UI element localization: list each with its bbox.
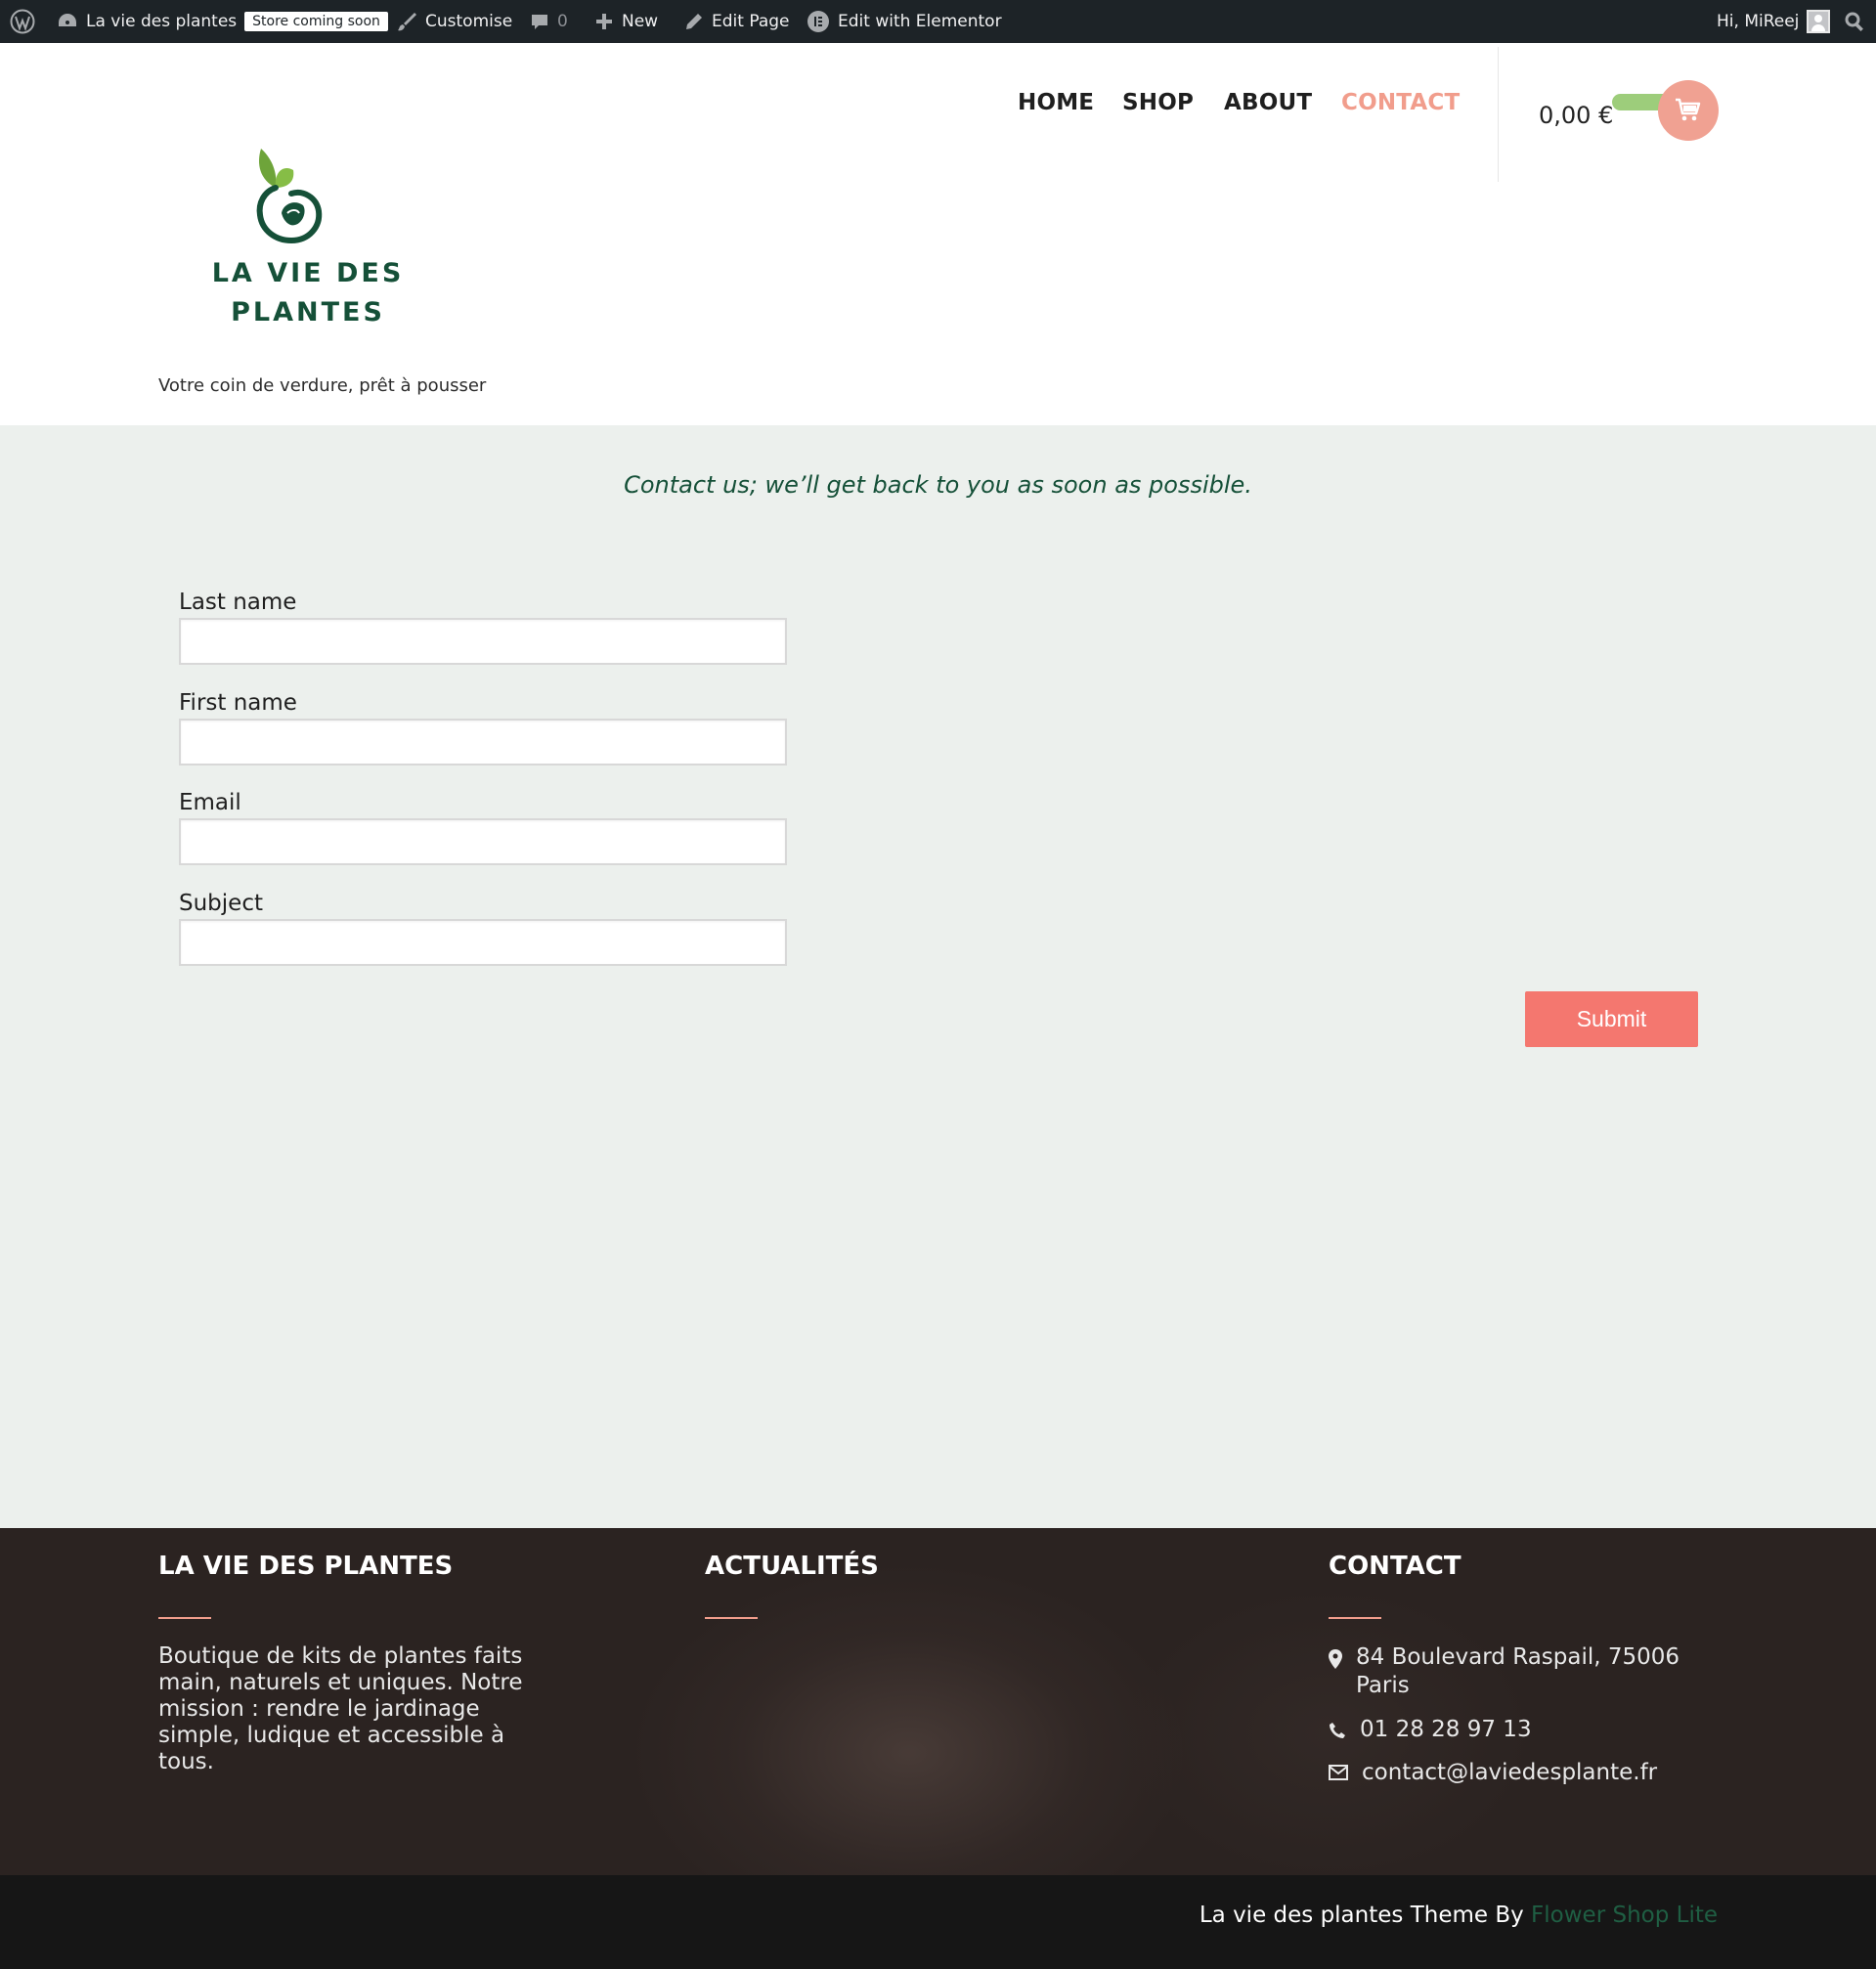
first-name-input[interactable] bbox=[179, 719, 787, 766]
footer-about-title: LA VIE DES PLANTES bbox=[158, 1552, 454, 1581]
site-tagline: Votre coin de verdure, prêt à pousser bbox=[158, 375, 487, 396]
footer-news-divider bbox=[705, 1617, 758, 1619]
footer-address-text: 84 Boulevard Raspail, 75006 Paris bbox=[1356, 1644, 1680, 1698]
first-name-label: First name bbox=[179, 690, 297, 716]
last-name-input[interactable] bbox=[179, 618, 787, 665]
cart-button[interactable] bbox=[1658, 80, 1719, 141]
last-name-label: Last name bbox=[179, 590, 297, 615]
pencil-icon bbox=[686, 14, 702, 29]
phone-icon bbox=[1330, 1723, 1345, 1738]
map-pin-icon bbox=[1329, 1649, 1342, 1669]
email-label: Email bbox=[179, 790, 241, 815]
footer-credit-text: La vie des plantes Theme By bbox=[1199, 1903, 1524, 1928]
nav-divider bbox=[1498, 47, 1499, 182]
admin-greeting: Hi, MiReej bbox=[1717, 12, 1800, 31]
nav-contact[interactable]: CONTACT bbox=[1341, 90, 1460, 115]
footer-contact-divider bbox=[1329, 1617, 1381, 1619]
footer-about-divider bbox=[158, 1617, 211, 1619]
avatar bbox=[1807, 10, 1831, 33]
admin-new-link[interactable]: New bbox=[594, 0, 658, 43]
admin-elementor-link[interactable]: Edit with Elementor bbox=[807, 0, 1002, 43]
footer-email-text[interactable]: contact@laviedesplante.fr bbox=[1362, 1759, 1657, 1787]
nav-about[interactable]: ABOUT bbox=[1224, 90, 1312, 115]
shopping-cart-icon bbox=[1676, 98, 1701, 121]
footer-bottom-bar: La vie des plantes Theme By Flower Shop … bbox=[0, 1875, 1876, 1969]
admin-site-link[interactable]: La vie des plantes Store coming soon bbox=[57, 0, 388, 43]
sprout-logo-icon bbox=[256, 149, 323, 244]
store-status-badge: Store coming soon bbox=[244, 12, 388, 31]
nav-home[interactable]: HOME bbox=[1018, 90, 1094, 115]
theme-credit-link[interactable]: Flower Shop Lite bbox=[1531, 1903, 1718, 1928]
logo-text-line1: LA VIE DES bbox=[211, 258, 405, 288]
logo-text-line2: PLANTES bbox=[231, 297, 385, 328]
admin-edit-page-link[interactable]: Edit Page bbox=[684, 0, 789, 43]
dashboard-icon bbox=[59, 14, 76, 26]
footer-phone: 01 28 28 97 13 bbox=[1329, 1716, 1532, 1744]
admin-new-label: New bbox=[622, 12, 659, 31]
site-logo[interactable]: LA VIE DES PLANTES bbox=[205, 143, 411, 338]
elementor-icon bbox=[807, 11, 829, 32]
footer-address: 84 Boulevard Raspail, 75006 Paris bbox=[1329, 1643, 1720, 1700]
plus-icon bbox=[596, 14, 612, 29]
footer-email: contact@laviedesplante.fr bbox=[1329, 1759, 1657, 1787]
footer-about-text: Boutique de kits de plantes faits main, … bbox=[158, 1643, 523, 1774]
admin-search-icon[interactable] bbox=[1844, 0, 1865, 43]
subject-label: Subject bbox=[179, 891, 263, 916]
cart-total[interactable]: 0,00 € bbox=[1539, 102, 1613, 129]
site-header: HOME SHOP ABOUT CONTACT 0,00 € LA VIE DE… bbox=[0, 43, 1876, 425]
admin-comments-count: 0 bbox=[557, 12, 568, 31]
email-input[interactable] bbox=[179, 818, 787, 865]
admin-elementor-label: Edit with Elementor bbox=[838, 12, 1002, 31]
footer-credit: La vie des plantes Theme By Flower Shop … bbox=[1200, 1903, 1718, 1928]
submit-button[interactable]: Submit bbox=[1525, 991, 1698, 1047]
admin-edit-page-label: Edit Page bbox=[712, 12, 790, 31]
admin-comments-link[interactable]: 0 bbox=[530, 0, 568, 43]
admin-site-name: La vie des plantes bbox=[86, 12, 238, 31]
comment-icon bbox=[532, 15, 547, 29]
admin-customise-link[interactable]: Customise bbox=[396, 0, 512, 43]
footer-phone-text[interactable]: 01 28 28 97 13 bbox=[1360, 1716, 1532, 1744]
admin-customise-label: Customise bbox=[425, 12, 513, 31]
footer-news-title: ACTUALITÉS bbox=[705, 1552, 879, 1581]
footer-background-image bbox=[635, 1567, 1183, 1875]
contact-intro-text: Contact us; we’ll get back to you as soo… bbox=[624, 471, 1252, 499]
site-footer: LA VIE DES PLANTES Boutique de kits de p… bbox=[0, 1528, 1876, 1875]
envelope-icon bbox=[1329, 1765, 1348, 1780]
admin-bar: La vie des plantes Store coming soon Cus… bbox=[0, 0, 1876, 43]
admin-account-menu[interactable]: Hi, MiReej bbox=[1717, 0, 1831, 43]
nav-shop[interactable]: SHOP bbox=[1122, 90, 1194, 115]
wordpress-logo-icon[interactable] bbox=[10, 0, 35, 43]
brush-icon bbox=[398, 13, 416, 31]
subject-input[interactable] bbox=[179, 919, 787, 966]
footer-contact-title: CONTACT bbox=[1329, 1552, 1462, 1581]
